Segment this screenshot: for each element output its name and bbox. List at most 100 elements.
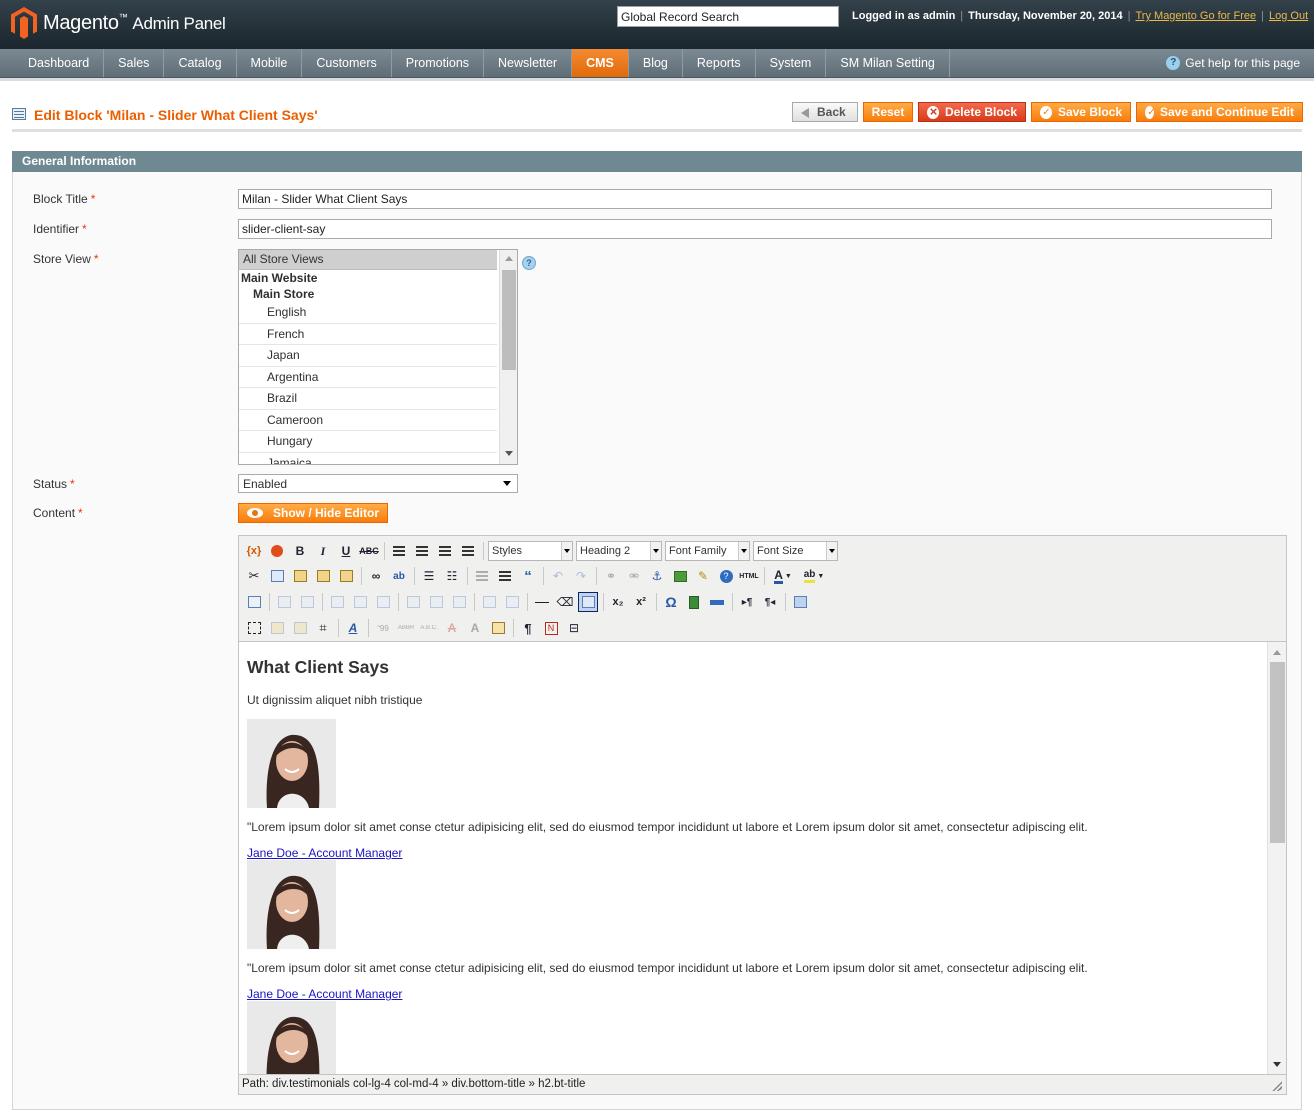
align-left-icon[interactable] [389, 541, 409, 561]
indent-icon[interactable] [495, 566, 515, 586]
remove-format-icon[interactable]: ⌫ [555, 592, 575, 612]
paste-word-icon[interactable] [336, 566, 356, 586]
nav-item-cms[interactable]: CMS [572, 49, 629, 77]
insert-row-before-icon[interactable] [327, 592, 347, 612]
editor-scroll-thumb[interactable] [1270, 662, 1285, 843]
split-cells-icon[interactable] [479, 592, 499, 612]
scroll-up-arrow-icon[interactable] [505, 256, 513, 261]
merge-cells-icon[interactable] [502, 592, 522, 612]
show-hide-editor-button[interactable]: Show / Hide Editor [238, 503, 389, 523]
blockquote-icon[interactable]: “ [518, 566, 538, 586]
store-view-option-brazil[interactable]: Brazil [239, 388, 497, 410]
special-char-icon[interactable]: Ω [661, 592, 681, 612]
link-icon[interactable]: ⚭ [601, 566, 621, 586]
cleanup-icon[interactable]: ✎ [693, 566, 713, 586]
status-select[interactable]: Enabled [238, 474, 518, 493]
store-view-option-jamaica[interactable]: Jamaica [239, 453, 497, 465]
font-family-select[interactable]: Font Family [665, 541, 750, 561]
del-icon[interactable]: A [442, 618, 462, 638]
font-size-select[interactable]: Font Size [753, 541, 838, 561]
store-view-option-cameroon[interactable]: Cameroon [239, 410, 497, 431]
nav-item-newsletter[interactable]: Newsletter [484, 49, 573, 77]
image-icon[interactable] [670, 566, 690, 586]
insert-row-after-icon[interactable] [350, 592, 370, 612]
store-view-scroll-thumb[interactable] [502, 270, 516, 370]
global-search-input[interactable] [617, 6, 839, 27]
identifier-input[interactable] [238, 219, 1272, 239]
paste-text-icon[interactable] [313, 566, 333, 586]
logout-link[interactable]: Log Out [1269, 10, 1308, 22]
resize-handle-icon[interactable] [1272, 1081, 1282, 1091]
bold-icon[interactable]: B [290, 541, 310, 561]
format-select[interactable]: Heading 2 [576, 541, 662, 561]
nav-item-mobile[interactable]: Mobile [237, 49, 303, 77]
replace-icon[interactable]: ab [389, 566, 409, 586]
styles-select[interactable]: Styles [488, 541, 573, 561]
page-break-icon[interactable]: ⊟ [564, 618, 584, 638]
bullet-list-icon[interactable]: ☰ [419, 566, 439, 586]
align-center-icon[interactable] [412, 541, 432, 561]
ins-icon[interactable]: A [465, 618, 485, 638]
insert-col-before-icon[interactable] [403, 592, 423, 612]
visual-chars-icon[interactable]: ¶ [518, 618, 538, 638]
align-justify-icon[interactable] [458, 541, 478, 561]
editor-scrollbar[interactable] [1267, 642, 1286, 1074]
nav-item-customers[interactable]: Customers [302, 49, 392, 77]
acronym-icon[interactable]: A.B.C. [419, 618, 439, 638]
delete-col-icon[interactable] [449, 592, 469, 612]
store-view-option-all[interactable]: All Store Views [239, 250, 497, 270]
undo-icon[interactable]: ↶ [548, 566, 568, 586]
store-view-option-hungary[interactable]: Hungary [239, 431, 497, 453]
back-button[interactable]: Back [792, 102, 858, 122]
delete-row-icon[interactable] [373, 592, 393, 612]
horizontal-rule-icon[interactable] [532, 592, 552, 612]
insert-variable-icon[interactable]: {x} [244, 541, 264, 561]
insert-layer-icon[interactable] [244, 618, 264, 638]
store-view-option-japan[interactable]: Japan [239, 345, 497, 367]
scroll-down-arrow-icon[interactable] [505, 451, 513, 456]
background-color-icon[interactable]: ab ▼ [800, 566, 828, 586]
edit-css-style-icon[interactable] [244, 592, 264, 612]
save-block-button[interactable]: Save Block [1031, 102, 1131, 122]
text-color-icon[interactable]: A ▼ [769, 566, 797, 586]
anchor-icon[interactable]: ⚓ [647, 566, 667, 586]
numbered-list-icon[interactable]: ☷ [442, 566, 462, 586]
editor-content-area[interactable]: What Client Says Ut dignissim aliquet ni… [239, 641, 1286, 1074]
store-view-option-english[interactable]: English [239, 302, 497, 324]
media-icon[interactable] [684, 592, 704, 612]
testimonial-author-link[interactable]: Jane Doe - Account Manager [247, 987, 402, 1001]
scroll-down-arrow-icon[interactable] [1273, 1062, 1281, 1067]
nav-item-blog[interactable]: Blog [629, 49, 683, 77]
nav-item-catalog[interactable]: Catalog [164, 49, 237, 77]
outdent-icon[interactable] [472, 566, 492, 586]
scroll-up-arrow-icon[interactable] [1273, 650, 1281, 655]
strikethrough-icon[interactable]: ABC [359, 541, 379, 561]
nav-item-promotions[interactable]: Promotions [392, 49, 485, 77]
redo-icon[interactable]: ↷ [571, 566, 591, 586]
store-view-option-argentina[interactable]: Argentina [239, 367, 497, 388]
html-source-icon[interactable]: HTML [739, 566, 759, 586]
styleprops-icon[interactable]: A [343, 618, 363, 638]
align-right-icon[interactable] [435, 541, 455, 561]
nav-item-sm-milan-setting[interactable]: SM Milan Setting [826, 49, 950, 77]
delete-block-button[interactable]: Delete Block [918, 102, 1026, 122]
ltr-icon[interactable]: ▸¶ [737, 592, 757, 612]
find-icon[interactable]: ∞ [366, 566, 386, 586]
reset-button[interactable]: Reset [863, 102, 913, 122]
block-title-input[interactable] [238, 189, 1272, 209]
attributes-icon[interactable] [488, 618, 508, 638]
cite-icon[interactable]: “99 [373, 618, 393, 638]
copy-icon[interactable] [267, 566, 287, 586]
subscript-icon[interactable]: x₂ [608, 592, 628, 612]
fullscreen-icon[interactable] [790, 592, 810, 612]
help-link[interactable]: ? Get help for this page [1166, 56, 1300, 70]
underline-icon[interactable]: U [336, 541, 356, 561]
paste-icon[interactable] [290, 566, 310, 586]
non-breaking-icon[interactable]: N [541, 618, 561, 638]
move-backward-icon[interactable] [290, 618, 310, 638]
advanced-hr-icon[interactable] [707, 592, 727, 612]
rtl-icon[interactable]: ¶◂ [760, 592, 780, 612]
nav-item-system[interactable]: System [756, 49, 827, 77]
help-editor-icon[interactable]: ? [716, 566, 736, 586]
store-view-multiselect[interactable]: All Store Views Main Website Main Store … [238, 249, 518, 465]
